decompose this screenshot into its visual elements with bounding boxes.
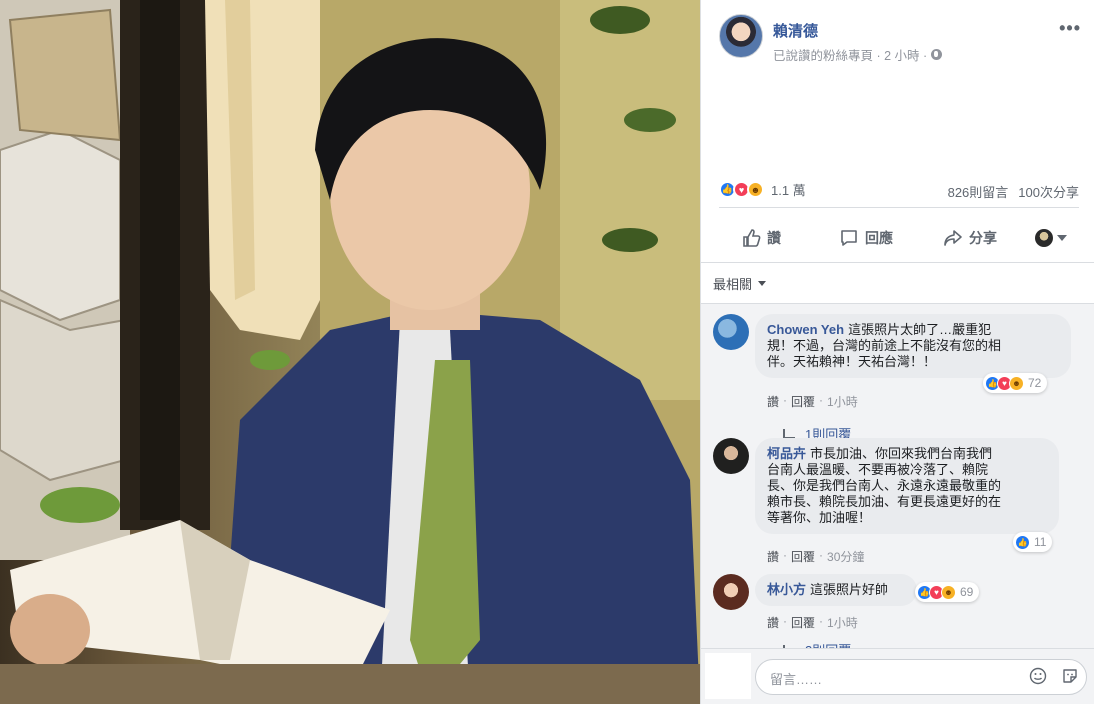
post-photo[interactable]: [0, 0, 700, 704]
comment-text: 伴。天祐賴神！天祐台灣！！: [767, 354, 937, 369]
like-button[interactable]: 讚: [741, 228, 781, 248]
sort-label: 最相關: [713, 277, 753, 292]
like-button-label: 讚: [767, 230, 781, 246]
comment-like-link[interactable]: 讚: [767, 548, 779, 565]
author-avatar[interactable]: [719, 14, 763, 58]
commenter-avatar[interactable]: [713, 314, 749, 350]
comment-input-placeholder: 留言……: [770, 672, 823, 687]
comment-like-link[interactable]: 讚: [767, 393, 779, 410]
comment-reactions[interactable]: 👍 ♥ ☻ 72: [983, 373, 1048, 393]
reactions-count: 1.1 萬: [771, 183, 806, 198]
comment-text: 台南人最溫暖、不要再被冷落了、賴院: [767, 462, 989, 477]
comment-bubble: 林小方 這張照片好帥: [755, 574, 917, 606]
globe-icon: [931, 49, 943, 60]
comment-item: 柯品卉 市長加油、你回來我們台南我們 台南人最溫暖、不要再被冷落了、賴院 長、你是…: [713, 438, 1085, 568]
comment-reactions[interactable]: 👍 ♥ ☻ 69: [915, 582, 980, 602]
author-name[interactable]: 賴清德: [773, 20, 818, 41]
like-reaction-icon: 👍: [1015, 534, 1030, 550]
commenter-name[interactable]: Chowen Yeh: [767, 322, 844, 337]
comment-button[interactable]: 回應: [839, 228, 893, 248]
comment-reaction-count: 69: [960, 585, 974, 599]
divider: [701, 262, 1094, 263]
comments-count-link[interactable]: 826則留言: [948, 182, 1009, 201]
post-header: 賴清德 已說讚的粉絲專頁 · 2 小時 · •••: [719, 14, 1081, 64]
reaction-identity-selector[interactable]: [1035, 229, 1067, 247]
comments-list: Chowen Yeh 這張照片太帥了…嚴重犯 規！不過，台灣的前途上不能沒有您的相…: [701, 304, 1094, 648]
thumbs-up-icon: [743, 229, 761, 247]
reply-arrow-icon: [783, 428, 795, 439]
comment-icon: [841, 230, 857, 246]
view-replies-link[interactable]: 2則回覆: [783, 640, 851, 648]
comment-text: 長、你是我們台南人、永遠永遠最敬重的: [767, 478, 1002, 493]
comment-bubble: Chowen Yeh 這張照片太帥了…嚴重犯 規！不過，台灣的前途上不能沒有您的相…: [755, 314, 1071, 378]
comment-composer: 留言……: [701, 648, 1094, 704]
comment-text: 賴市長、賴院長加油、有更長遠更好的在: [767, 494, 1002, 509]
comment-sort-dropdown[interactable]: 最相關: [713, 274, 767, 293]
more-options-icon[interactable]: •••: [1059, 18, 1081, 39]
profile-avatar-icon: [1035, 229, 1053, 247]
share-button-label: 分享: [969, 230, 997, 246]
comment-like-link[interactable]: 讚: [767, 614, 779, 631]
comment-footer: 讚 · 回覆 · 1小時: [767, 393, 858, 410]
comment-footer: 讚 · 回覆 · 30分鐘: [767, 548, 865, 565]
comment-text: 規！不過，台灣的前途上不能沒有您的相: [767, 338, 1002, 353]
comment-item: Chowen Yeh 這張照片太帥了…嚴重犯 規！不過，台灣的前途上不能沒有您的相…: [713, 314, 1085, 442]
post-action-bar: 讚 回應 分享: [719, 218, 1079, 258]
comment-item: 林小方這張照片好帥 👍 ♥ ☻ 69 讚· 回覆· 1小時 2則回覆: [713, 574, 1085, 648]
comment-text: 這張照片太帥了…嚴重犯: [848, 322, 992, 337]
reactions-summary[interactable]: 👍 ♥ ☻ 1.1 萬: [719, 180, 806, 199]
share-button[interactable]: 分享: [943, 228, 997, 248]
comment-time[interactable]: 1小時: [827, 614, 858, 631]
sticker-icon[interactable]: [1061, 667, 1079, 685]
shares-count-link[interactable]: 100次分享: [1018, 182, 1079, 201]
commenter-name[interactable]: 柯品卉: [767, 446, 806, 461]
comment-reactions[interactable]: 👍 11: [1013, 532, 1053, 552]
chevron-down-icon: [1057, 235, 1067, 241]
comment-time[interactable]: 1小時: [827, 393, 858, 410]
comment-reaction-count: 72: [1028, 376, 1042, 390]
replies-count: 2則回覆: [805, 640, 851, 648]
haha-reaction-icon: ☻: [1009, 375, 1024, 391]
comment-text: 市長加油、你回來我們台南我們: [810, 446, 993, 461]
comment-time[interactable]: 30分鐘: [827, 548, 864, 565]
composer-tools: [1029, 667, 1079, 685]
post-stats: 👍 ♥ ☻ 1.1 萬 826則留言 100次分享: [719, 178, 1079, 208]
commenter-name[interactable]: 林小方: [767, 582, 806, 597]
comment-reply-link[interactable]: 回覆: [791, 393, 815, 410]
share-icon: [944, 230, 962, 246]
engagement-counts: 826則留言 100次分享: [948, 182, 1079, 201]
comment-bubble: 柯品卉 市長加油、你回來我們台南我們 台南人最溫暖、不要再被冷落了、賴院 長、你是…: [755, 438, 1059, 534]
comment-button-label: 回應: [865, 230, 893, 246]
post-meta-text: 已說讚的粉絲專頁 · 2 小時 ·: [773, 49, 928, 63]
haha-reaction-icon: ☻: [747, 181, 764, 198]
chevron-down-icon: [758, 281, 767, 286]
emoji-icon[interactable]: [1029, 667, 1047, 685]
commenter-avatar[interactable]: [713, 574, 749, 610]
post-meta: 已說讚的粉絲專頁 · 2 小時 ·: [773, 45, 943, 64]
comment-reaction-count: 11: [1034, 535, 1047, 549]
haha-reaction-icon: ☻: [941, 584, 956, 600]
comment-text: 這張照片好帥: [810, 582, 889, 597]
comment-footer: 讚 · 回覆 · 1小時: [767, 614, 858, 631]
photo-illustration: [0, 0, 700, 704]
composer-avatar: [705, 653, 751, 699]
post-detail-pane: 賴清德 已說讚的粉絲專頁 · 2 小時 · ••• 👍 ♥ ☻ 1.1 萬 82…: [700, 0, 1094, 704]
commenter-avatar[interactable]: [713, 438, 749, 474]
comment-text: 等著你、加油喔！: [767, 510, 872, 525]
comment-reply-link[interactable]: 回覆: [791, 548, 815, 565]
comment-reply-link[interactable]: 回覆: [791, 614, 815, 631]
